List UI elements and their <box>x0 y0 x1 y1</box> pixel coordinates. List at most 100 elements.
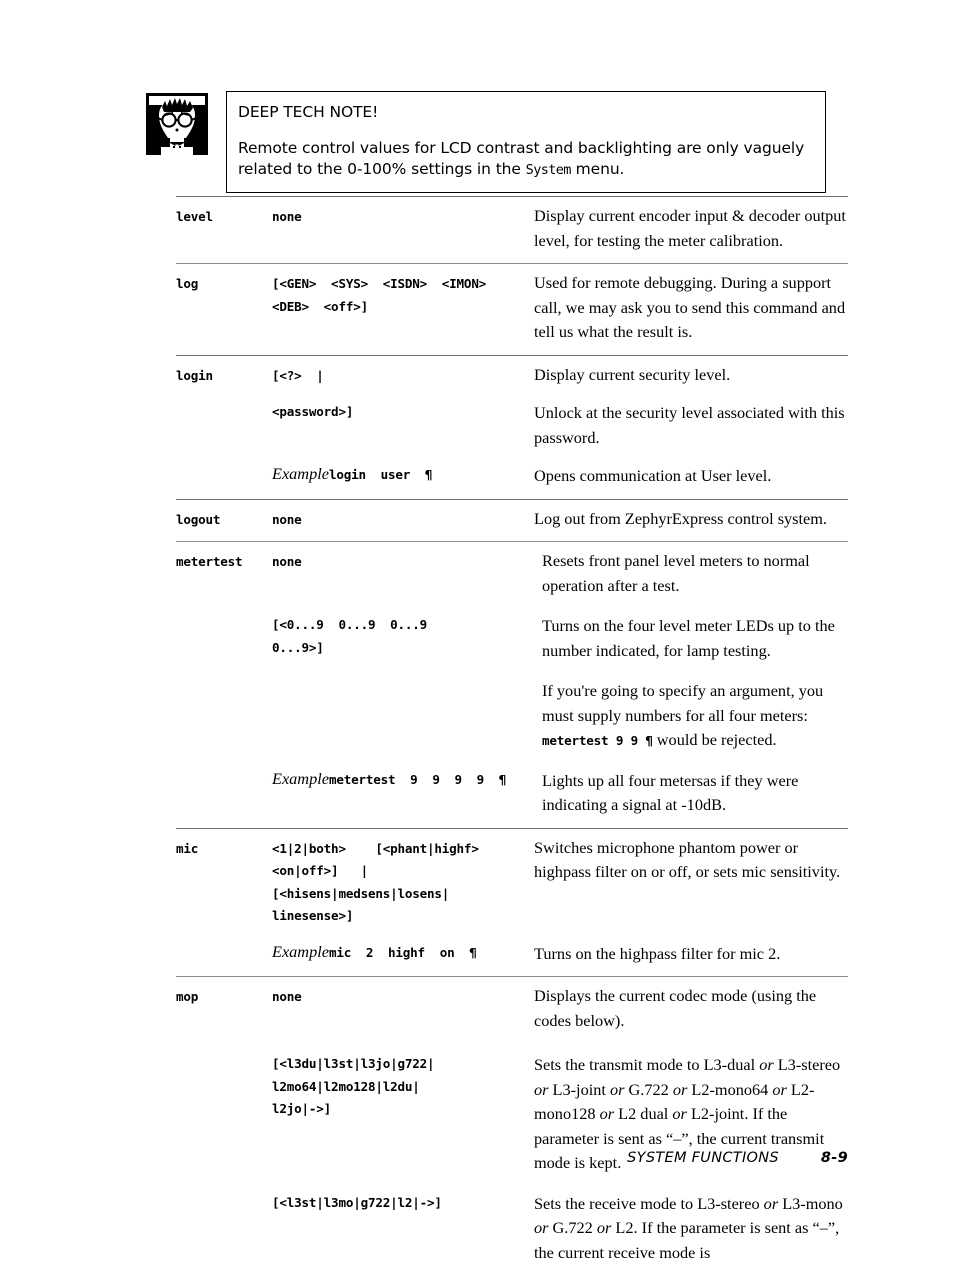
desc-part: Sets the transmit mode to L3-dual <box>534 1055 759 1074</box>
entry-spacer <box>272 1176 848 1192</box>
note-body-text-b: menu. <box>571 160 625 178</box>
entry-spacer <box>272 928 848 942</box>
command-name: level <box>176 197 272 231</box>
command-arguments: none <box>272 977 534 1009</box>
command-entry: If you're going to specify an argument, … <box>264 679 848 753</box>
command-arguments: Examplelogin user ¶ <box>272 464 534 487</box>
description-text-post: would be rejected. <box>653 730 777 749</box>
note-spacer <box>238 123 815 138</box>
command-entry: Examplemetertest 9 9 9 9 ¶ Lights up all… <box>264 769 848 828</box>
command-arguments: <password>] <box>272 401 534 424</box>
command-description: Displays the current codec mode (using t… <box>534 977 848 1033</box>
command-description: If you're going to specify an argument, … <box>542 679 848 753</box>
entry-spacer <box>272 1033 848 1053</box>
command-entry: none Displays the current codec mode (us… <box>272 977 848 1033</box>
command-entry: Examplemic 2 highf on ¶ Turns on the hig… <box>272 942 848 977</box>
command-description: Lights up all four metersas if they were… <box>542 769 848 818</box>
command-description: Resets front panel level meters to norma… <box>542 542 848 598</box>
inline-command-example: metertest 9 9 ¶ <box>542 733 653 748</box>
command-arguments: <1|2|both> [<phant|highf> <on|off>] | [<… <box>272 829 534 928</box>
footer-section-title: SYSTEM FUNCTIONS <box>627 1150 779 1166</box>
nerd-face-icon <box>146 93 208 155</box>
command-description: Used for remote debugging. During a supp… <box>534 264 848 355</box>
entry-spacer <box>272 387 848 401</box>
table-row: log [<GEN> <SYS> <ISDN> <IMON> <DEB> <of… <box>176 264 848 355</box>
page-footer: SYSTEM FUNCTIONS 8-9 <box>176 1150 848 1166</box>
entry-spacer <box>264 753 848 769</box>
command-name: mop <box>176 977 272 1011</box>
command-name: logout <box>176 500 272 534</box>
entry-spacer <box>272 450 848 464</box>
command-name: metertest <box>176 542 264 576</box>
command-arguments: none <box>272 500 534 534</box>
note-body-line-1: Remote control values for LCD contrast a… <box>238 138 815 159</box>
command-arguments: [<0...9 0...9 0...9 0...9>] <box>264 614 542 659</box>
command-entries: <1|2|both> [<phant|highf> <on|off>] | [<… <box>272 829 848 977</box>
desc-or: or <box>534 1080 548 1099</box>
note-body-text-a: related to the 0-100% settings in the <box>238 160 526 178</box>
command-description: Display current encoder input & decoder … <box>534 197 848 263</box>
example-command: login user ¶ <box>329 467 432 482</box>
command-description: Log out from ZephyrExpress control syste… <box>534 500 848 542</box>
command-entry: [<l3st|l3mo|g722|l2|->] Sets the receive… <box>272 1192 848 1265</box>
desc-part: G.722 <box>548 1218 596 1237</box>
desc-or: or <box>673 1080 687 1099</box>
note-title: DEEP TECH NOTE! <box>238 102 815 123</box>
entry-spacer <box>264 663 848 679</box>
desc-part: L3-joint <box>548 1080 610 1099</box>
command-entry: Examplelogin user ¶ Opens communication … <box>272 464 848 499</box>
desc-part: L3-stereo <box>774 1055 840 1074</box>
example-label: Example <box>272 942 329 961</box>
desc-or: or <box>672 1104 686 1123</box>
desc-or: or <box>764 1194 778 1213</box>
desc-or: or <box>600 1104 614 1123</box>
command-description: Sets the receive mode to L3-stereo or L3… <box>534 1192 848 1265</box>
example-label: Example <box>272 464 329 483</box>
command-entry: <1|2|both> [<phant|highf> <on|off>] | [<… <box>272 829 848 928</box>
table-row: mop none Displays the current codec mode… <box>176 977 848 1265</box>
command-arguments: Examplemetertest 9 9 9 9 ¶ <box>264 769 542 792</box>
desc-or: or <box>534 1218 548 1237</box>
note-body-line-2: related to the 0-100% settings in the Sy… <box>238 159 815 181</box>
command-entries: none Resets front panel level meters to … <box>264 542 848 828</box>
command-name: mic <box>176 829 272 863</box>
command-entry: [<0...9 0...9 0...9 0...9>] Turns on the… <box>264 614 848 663</box>
command-entries: none Displays the current codec mode (us… <box>272 977 848 1265</box>
table-row: logout none Log out from ZephyrExpress c… <box>176 500 848 542</box>
desc-or: or <box>597 1218 611 1237</box>
desc-part: Sets the receive mode to L3-stereo <box>534 1194 764 1213</box>
example-command: mic 2 highf on ¶ <box>329 945 477 960</box>
entry-spacer <box>264 598 848 614</box>
desc-part: L2-mono64 <box>687 1080 772 1099</box>
system-menu-token: System <box>526 162 571 178</box>
command-entry: none Resets front panel level meters to … <box>264 542 848 598</box>
command-description: Turns on the highpass filter for mic 2. <box>534 942 848 967</box>
command-name: log <box>176 264 272 298</box>
desc-part: L3-mono <box>778 1194 843 1213</box>
footer-page-number: 8-9 <box>821 1150 848 1166</box>
deep-tech-note-box: DEEP TECH NOTE! Remote control values fo… <box>226 91 826 193</box>
table-row: mic <1|2|both> [<phant|highf> <on|off>] … <box>176 829 848 977</box>
command-description: Display current security level. <box>534 356 848 388</box>
command-arguments: [<l3st|l3mo|g722|l2|->] <box>272 1192 534 1215</box>
table-row: level none Display current encoder input… <box>176 197 848 263</box>
command-arguments: [<l3du|l3st|l3jo|g722| l2mo64|l2mo128|l2… <box>272 1053 534 1121</box>
command-description: Unlock at the security level associated … <box>534 401 848 450</box>
command-description: Opens communication at User level. <box>534 464 848 489</box>
command-entries: [<?> | Display current security level. <… <box>272 356 848 499</box>
command-reference-table: level none Display current encoder input… <box>176 196 848 1265</box>
desc-or: or <box>772 1080 786 1099</box>
desc-part: L2 dual <box>614 1104 672 1123</box>
command-description: Switches microphone phantom power or hig… <box>534 829 848 885</box>
command-arguments: none <box>272 197 534 231</box>
command-description: Turns on the four level meter LEDs up to… <box>542 614 848 663</box>
command-arguments: [<?> | <box>272 356 534 388</box>
example-label: Example <box>272 769 329 788</box>
command-entry: <password>] Unlock at the security level… <box>272 401 848 450</box>
description-text-pre: If you're going to specify an argument, … <box>542 681 823 725</box>
command-arguments: Examplemic 2 highf on ¶ <box>272 942 534 965</box>
desc-part: G.722 <box>624 1080 672 1099</box>
command-name: login <box>176 356 272 390</box>
command-arguments: none <box>264 542 542 574</box>
table-row: metertest none Resets front panel level … <box>176 542 848 828</box>
